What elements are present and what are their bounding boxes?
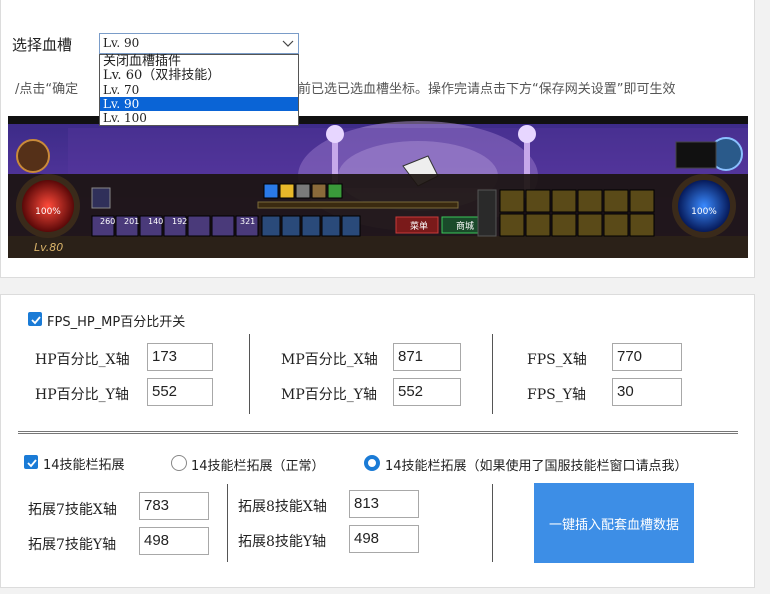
- divider: [492, 484, 493, 562]
- skill-count: 140: [148, 217, 163, 226]
- hint-text-right: 前已选已选血槽坐标。操作完请点击下方“保存网关设置”即可生效: [298, 82, 676, 97]
- blood-slot-option[interactable]: Lv. 60（双排技能）: [100, 69, 298, 83]
- skill8-y-label: 拓展8技能Y轴: [238, 534, 327, 550]
- mp-y-label: MP百分比_Y轴: [281, 387, 377, 403]
- mp-y-input[interactable]: 552: [393, 378, 461, 406]
- hud-preview-graphic: 100% 100% Lv.80 260 201 140 192 321 菜单 商…: [8, 116, 748, 258]
- skill-count: 260: [100, 217, 115, 226]
- check-icon: [27, 459, 37, 468]
- skill-count: 192: [172, 217, 187, 226]
- hp-y-label: HP百分比_Y轴: [35, 387, 129, 403]
- fps-toggle-label: FPS_HP_MP百分比开关: [47, 315, 186, 330]
- skill-bar-toggle-checkbox[interactable]: [24, 455, 38, 469]
- mp-x-label: MP百分比_X轴: [281, 352, 378, 368]
- skill-bar-toggle-label: 14技能栏拓展: [43, 458, 125, 473]
- hud-preview-image: 100% 100% Lv.80 260 201 140 192 321 菜单 商…: [8, 116, 748, 258]
- shop-text: 商城: [456, 220, 474, 232]
- divider: [249, 334, 250, 414]
- radio-national[interactable]: [364, 455, 380, 471]
- blood-slot-option[interactable]: 关闭血槽插件: [100, 55, 298, 69]
- radio-normal-label: 14技能栏拓展（正常）: [191, 459, 325, 474]
- blood-slot-option-selected[interactable]: Lv. 90: [100, 97, 298, 111]
- radio-normal[interactable]: [171, 455, 187, 471]
- level-text: Lv.80: [34, 241, 63, 254]
- blood-slot-label: 选择血槽: [12, 36, 73, 54]
- check-icon: [31, 316, 41, 325]
- divider: [227, 484, 228, 562]
- divider: [492, 334, 493, 414]
- fps-x-input[interactable]: 770: [612, 343, 682, 371]
- skill7-x-label: 拓展7技能X轴: [28, 502, 117, 518]
- mp-percent-text: 100%: [691, 207, 717, 217]
- fps-x-label: FPS_X轴: [527, 352, 587, 368]
- skill7-x-input[interactable]: 783: [139, 492, 209, 520]
- hp-percent-text: 100%: [35, 207, 61, 217]
- mp-x-input[interactable]: 871: [393, 343, 461, 371]
- insert-blood-data-button[interactable]: 一键插入配套血槽数据: [534, 483, 694, 563]
- hp-x-label: HP百分比_X轴: [35, 352, 130, 368]
- section-separator: [18, 431, 738, 434]
- skill8-x-input[interactable]: 813: [349, 490, 419, 518]
- hint-text-left: /点击“确定: [15, 82, 79, 97]
- fps-toggle-checkbox[interactable]: [28, 312, 42, 326]
- skill7-y-label: 拓展7技能Y轴: [28, 537, 117, 553]
- blood-slot-option[interactable]: Lv. 70: [100, 83, 298, 97]
- hp-y-input[interactable]: 552: [147, 378, 213, 406]
- skill8-x-label: 拓展8技能X轴: [238, 499, 327, 515]
- fps-y-input[interactable]: 30: [612, 378, 682, 406]
- radio-national-label: 14技能栏拓展（如果使用了国服技能栏窗口请点我）: [385, 459, 688, 474]
- blood-slot-select[interactable]: Lv. 90: [99, 33, 299, 54]
- blood-slot-dropdown: 关闭血槽插件 Lv. 60（双排技能） Lv. 70 Lv. 90 Lv. 10…: [99, 54, 299, 126]
- menu-text: 菜单: [410, 220, 428, 232]
- fps-y-label: FPS_Y轴: [527, 387, 586, 403]
- blood-slot-option[interactable]: Lv. 100: [100, 111, 298, 125]
- chevron-down-icon: [282, 40, 294, 47]
- skill-count: 201: [124, 217, 139, 226]
- blood-slot-selected-value: Lv. 90: [103, 36, 140, 50]
- skill-count: 321: [240, 217, 255, 226]
- skill8-y-input[interactable]: 498: [349, 525, 419, 553]
- hp-x-input[interactable]: 173: [147, 343, 213, 371]
- skill7-y-input[interactable]: 498: [139, 527, 209, 555]
